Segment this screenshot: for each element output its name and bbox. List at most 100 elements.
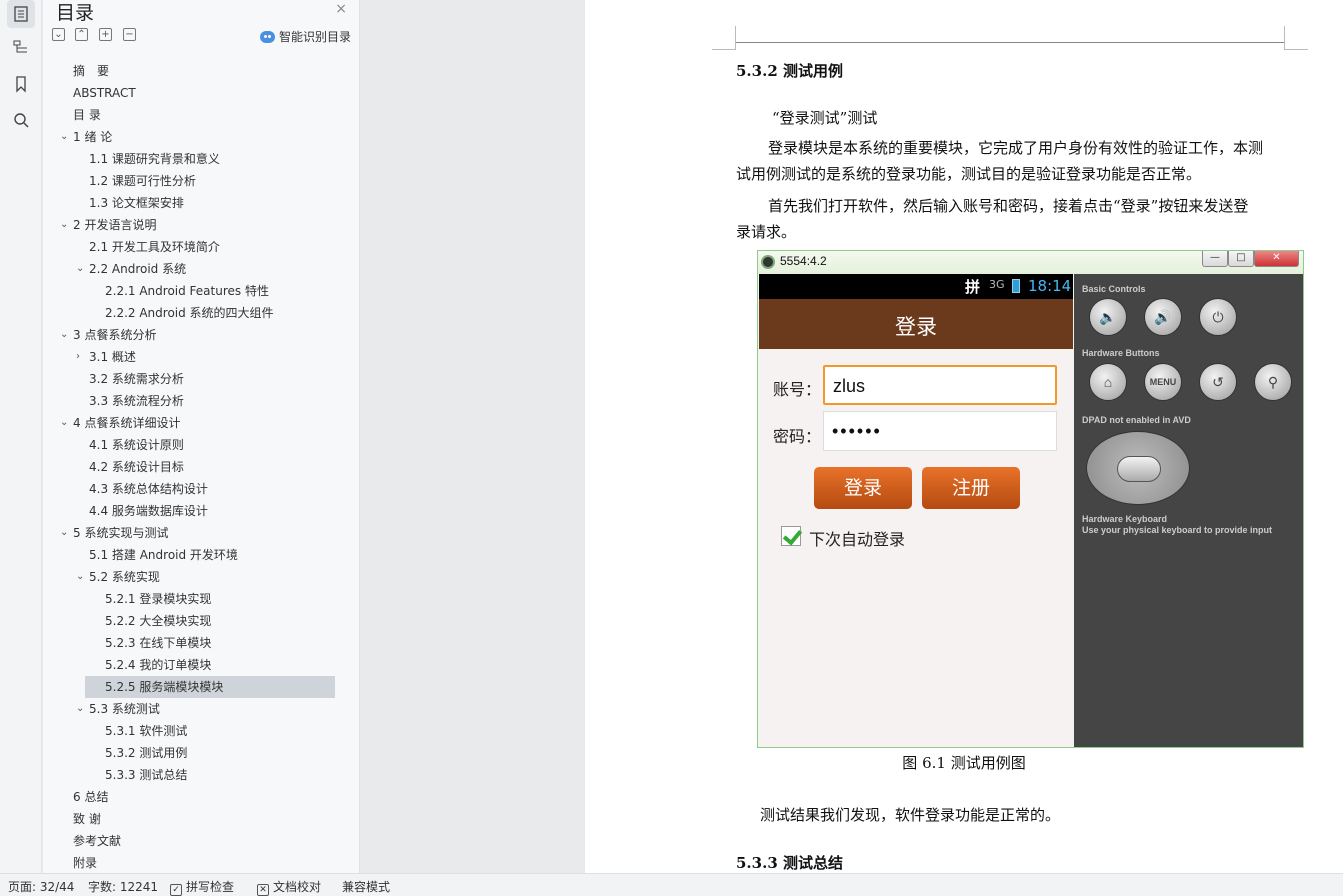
chevron-right-icon[interactable]: › — [76, 346, 86, 368]
minimize-icon: — — [1202, 251, 1228, 267]
close-icon[interactable]: × — [335, 1, 347, 17]
search-icon[interactable] — [7, 106, 35, 134]
toc-item[interactable]: 附录 — [43, 852, 335, 874]
menu-button: MENU — [1144, 363, 1182, 401]
bookmark-icon[interactable] — [7, 70, 35, 98]
collapse-up-icon[interactable]: ⌃ — [75, 28, 88, 41]
spell-check-button[interactable]: ✓ 拼写检查 — [170, 878, 234, 896]
toc-item[interactable]: 1.2 课题可行性分析 — [43, 170, 335, 192]
toc-item[interactable]: 5.1 搭建 Android 开发环境 — [43, 544, 335, 566]
expand-all-icon[interactable]: ⌄ — [52, 28, 65, 41]
toc-item[interactable]: 1.3 论文框架安排 — [43, 192, 335, 214]
toc-item[interactable]: 摘 要 — [43, 60, 335, 82]
page-indicator[interactable]: 页面: 32/44 — [8, 878, 74, 895]
paragraph-2-line-2: 录请求。 — [736, 223, 797, 241]
volume-up-icon: 🔊 — [1144, 298, 1182, 336]
toc-item[interactable]: 6 总结 — [43, 786, 335, 808]
toc-item[interactable]: 5.2.2 大全模块实现 — [43, 610, 335, 632]
toc-item[interactable]: 2.2.2 Android 系统的四大组件 — [43, 302, 335, 324]
chevron-down-icon[interactable]: ⌄ — [60, 126, 70, 148]
toc-item[interactable]: 5.2.1 登录模块实现 — [43, 588, 335, 610]
toc-item[interactable]: 5.2.3 在线下单模块 — [43, 632, 335, 654]
ai-assistant-icon — [259, 30, 275, 43]
toc-item-label: 3.1 概述 — [89, 350, 136, 364]
outline-tree-icon[interactable] — [7, 33, 35, 61]
account-input: zlus — [823, 365, 1057, 405]
toc-panel: 目录 × ⌄ ⌃ + − 智能识别目录 摘 要 ABSTRACT 目 录 ⌄ 1 绪 论… — [43, 0, 385, 874]
toc-item[interactable]: 目 录 — [43, 104, 335, 126]
toc-item[interactable]: 2.1 开发工具及环境简介 — [43, 236, 335, 258]
chevron-down-icon[interactable]: ⌄ — [60, 522, 70, 544]
toc-item-label: 5 系统实现与测试 — [73, 526, 169, 540]
toc-item-label: 附录 — [73, 856, 98, 870]
toc-view-icon[interactable] — [7, 0, 35, 28]
toc-item[interactable]: 参考文献 — [43, 830, 335, 852]
toc-item[interactable]: ⌄ 5.3 系统测试 — [43, 698, 335, 720]
toc-item[interactable]: 3.3 系统流程分析 — [43, 390, 335, 412]
emulator-title: 5554:4.2 — [780, 254, 827, 268]
chevron-down-icon[interactable]: ⌄ — [76, 698, 86, 720]
paragraph-1-line-1: 登录模块是本系统的重要模块，它完成了用户身份有效性的验证工作，本测 — [768, 139, 1264, 157]
remove-heading-icon[interactable]: − — [123, 28, 136, 41]
toc-item[interactable]: ⌄ 2 开发语言说明 — [43, 214, 335, 236]
chevron-down-icon[interactable]: ⌄ — [60, 412, 70, 434]
toc-item-label: 2.2 Android 系统 — [89, 262, 187, 276]
toc-item[interactable]: ⌄ 3 点餐系统分析 — [43, 324, 335, 346]
section-heading-533: 5.3.3 测试总结 — [736, 854, 843, 872]
maximize-icon: □ — [1228, 251, 1254, 267]
toc-item[interactable]: ABSTRACT — [43, 82, 335, 104]
account-label: 账号： — [773, 380, 822, 399]
toc-item[interactable]: ⌄ 5.2 系统实现 — [43, 566, 335, 588]
toc-item-label: 3.3 系统流程分析 — [89, 394, 184, 408]
word-count[interactable]: 字数: 12241 — [88, 878, 158, 895]
chevron-down-icon[interactable]: ⌄ — [60, 324, 70, 346]
toc-item-label: 4 点餐系统详细设计 — [73, 416, 181, 430]
basic-controls-label: Basic Controls — [1082, 284, 1146, 294]
toc-item-label: 5.2.5 服务端模块模块 — [105, 680, 224, 694]
toc-item[interactable]: ⌄ 2.2 Android 系统 — [43, 258, 335, 280]
toc-item[interactable]: 4.2 系统设计目标 — [43, 456, 335, 478]
toc-item[interactable]: 5.3.3 测试总结 — [43, 764, 335, 786]
toc-item[interactable]: › 3.1 概述 — [43, 346, 335, 368]
chevron-down-icon[interactable]: ⌄ — [60, 214, 70, 236]
add-heading-icon[interactable]: + — [99, 28, 112, 41]
toc-item-label: 2.1 开发工具及环境简介 — [89, 240, 220, 254]
toc-item-label: 5.3.2 测试用例 — [105, 746, 188, 760]
toc-item[interactable]: ⌄ 1 绪 论 — [43, 126, 335, 148]
toc-item[interactable]: 5.3.2 测试用例 — [43, 742, 335, 764]
toc-item-label: 5.3 系统测试 — [89, 702, 160, 716]
toc-item[interactable]: 4.3 系统总体结构设计 — [43, 478, 335, 500]
figure-caption: 图 6.1 测试用例图 — [902, 754, 1026, 772]
toc-item[interactable]: 致 谢 — [43, 808, 335, 830]
doc-proof-label: 文档校对 — [273, 880, 322, 894]
toc-item[interactable]: 1.1 课题研究背景和意义 — [43, 148, 335, 170]
toc-item[interactable]: 3.2 系统需求分析 — [43, 368, 335, 390]
toc-item-label: 4.3 系统总体结构设计 — [89, 482, 208, 496]
toc-item[interactable]: 5.2.5 服务端模块模块 — [85, 676, 335, 698]
toc-item[interactable]: 4.4 服务端数据库设计 — [43, 500, 335, 522]
hardware-buttons-label: Hardware Buttons — [1082, 348, 1160, 358]
toc-item-label: 1 绪 论 — [73, 130, 113, 144]
smart-toc-button[interactable]: 智能识别目录 — [259, 28, 351, 45]
smart-toc-label: 智能识别目录 — [278, 30, 351, 44]
dpad-center — [1117, 456, 1161, 482]
test-subtitle: “登录测试”测试 — [772, 109, 878, 127]
toc-item-label: 5.2.3 在线下单模块 — [105, 636, 212, 650]
toc-item-label: 3.2 系统需求分析 — [89, 372, 184, 386]
toc-item[interactable]: 2.2.1 Android Features 特性 — [43, 280, 335, 302]
toc-title: 目录 — [56, 2, 95, 24]
toc-item[interactable]: 4.1 系统设计原则 — [43, 434, 335, 456]
chevron-down-icon[interactable]: ⌄ — [76, 258, 86, 280]
toc-item[interactable]: 5.3.1 软件测试 — [43, 720, 335, 742]
doc-proof-button[interactable]: ✕ 文档校对 — [257, 878, 321, 896]
toc-list: 摘 要 ABSTRACT 目 录 ⌄ 1 绪 论 1.1 课题研究背景和意义 1.2 课题可… — [43, 60, 335, 874]
toc-item[interactable]: ⌄ 5 系统实现与测试 — [43, 522, 335, 544]
emulator-titlebar: 5554:4.2 — □ ✕ — [758, 251, 1303, 274]
toc-item[interactable]: 5.2.4 我的订单模块 — [43, 654, 335, 676]
password-input: •••••• — [823, 411, 1057, 451]
toc-item[interactable]: ⌄ 4 点餐系统详细设计 — [43, 412, 335, 434]
status-bar: 页面: 32/44 字数: 12241 ✓ 拼写检查 ✕ 文档校对 兼容模式 — [0, 873, 1343, 896]
chevron-down-icon[interactable]: ⌄ — [76, 566, 86, 588]
toc-item-label: 1.2 课题可行性分析 — [89, 174, 196, 188]
auto-login-label: 下次自动登录 — [809, 530, 906, 549]
